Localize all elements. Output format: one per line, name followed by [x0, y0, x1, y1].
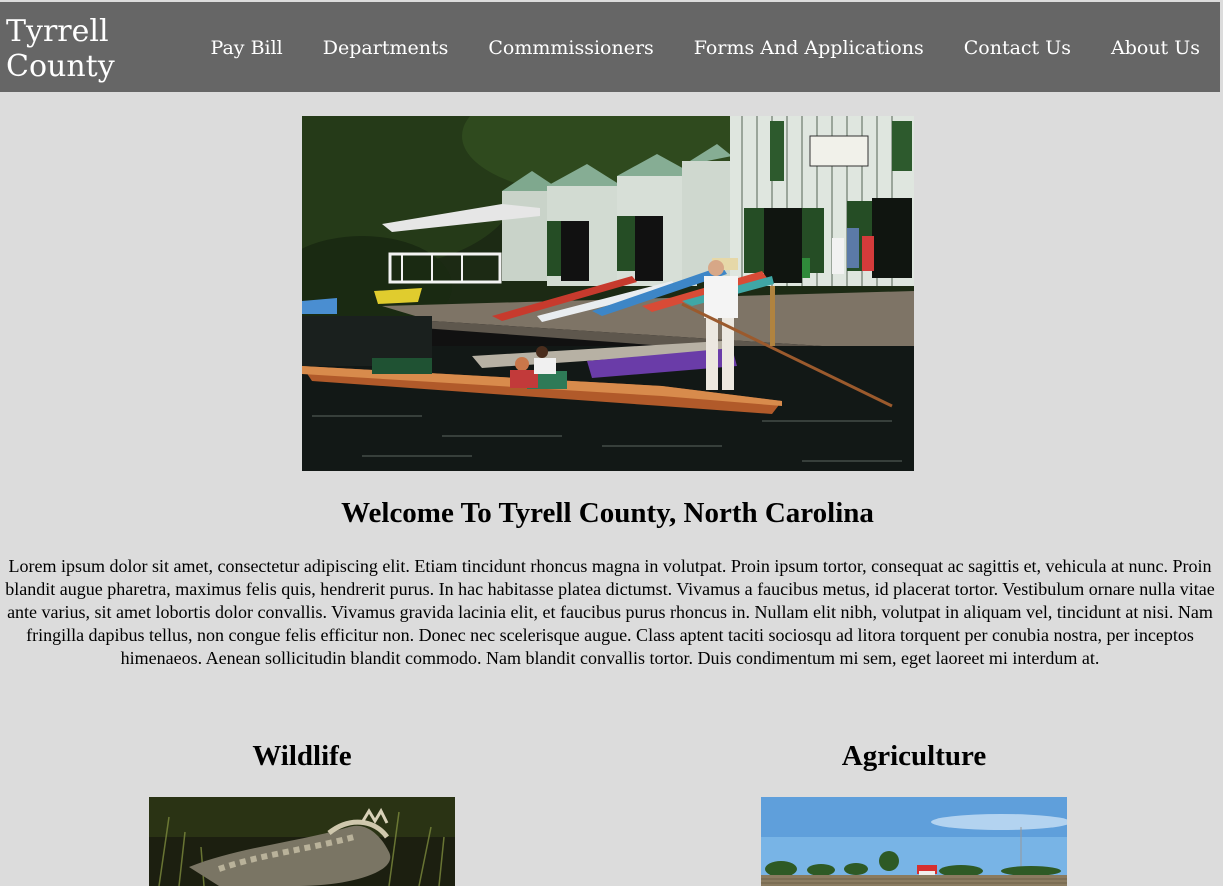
nav-about-us[interactable]: About Us: [1111, 35, 1200, 61]
nav-commissioners[interactable]: Commmissioners: [488, 35, 653, 61]
site-header: Tyrrell County Pay Bill Departments Comm…: [0, 2, 1220, 92]
nav-departments[interactable]: Departments: [323, 35, 449, 61]
nav-pay-bill[interactable]: Pay Bill: [211, 35, 283, 61]
wildlife-heading: Wildlife: [252, 740, 352, 772]
main-nav: Pay Bill Departments Commmissioners Form…: [211, 35, 1200, 61]
nav-contact-us[interactable]: Contact Us: [964, 35, 1071, 61]
site-logo-title[interactable]: Tyrrell County: [6, 14, 146, 84]
intro-paragraph: Lorem ipsum dolor sit amet, consectetur …: [5, 556, 1215, 668]
welcome-heading: Welcome To Tyrell County, North Carolina: [341, 497, 874, 529]
wildlife-image: [149, 797, 455, 886]
nav-forms-and-applications[interactable]: Forms And Applications: [694, 35, 924, 61]
agriculture-heading: Agriculture: [841, 740, 987, 772]
hero-image: [302, 116, 914, 471]
agriculture-image: [761, 797, 1067, 886]
